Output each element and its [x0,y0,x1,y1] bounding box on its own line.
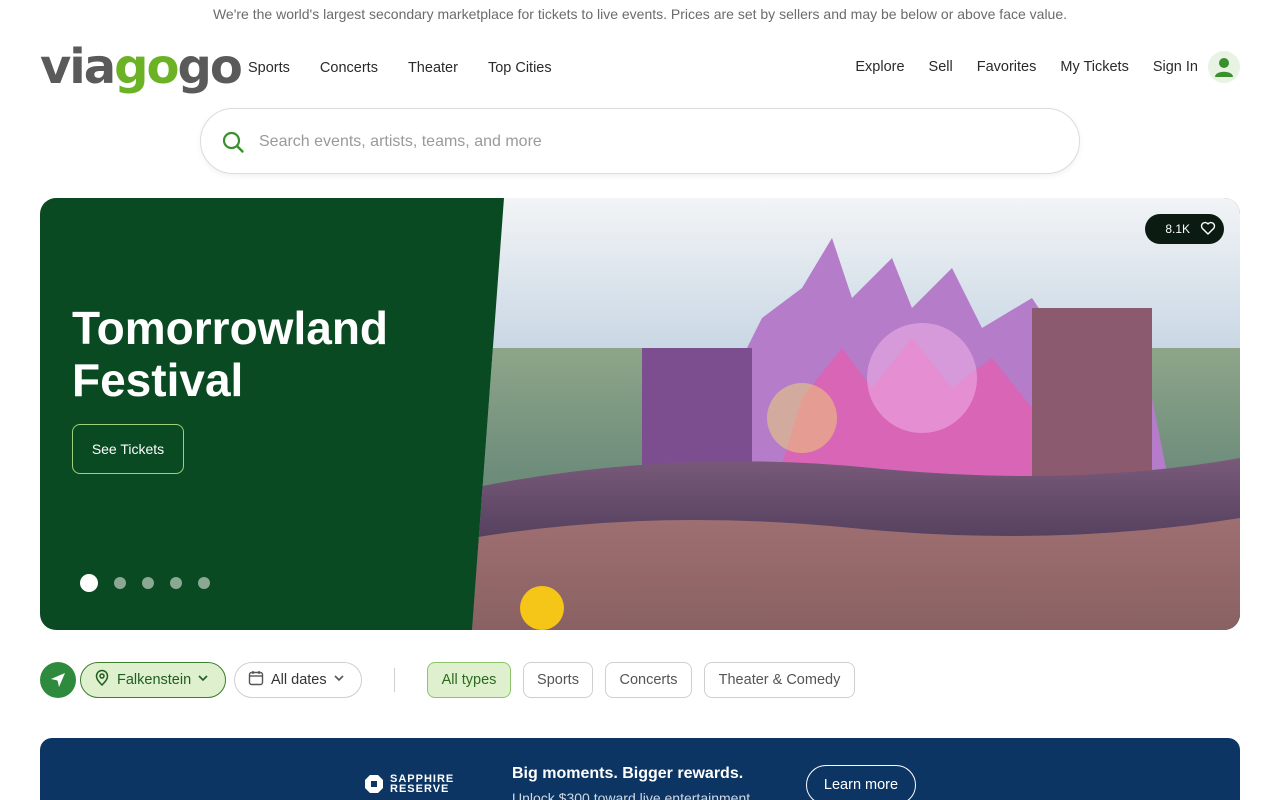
carousel-dot-2[interactable] [114,577,126,589]
location-value: Falkenstein [117,672,192,688]
chase-octagon-icon [365,775,383,793]
carousel-dots [80,574,210,592]
viagogo-logo[interactable]: viagogo [40,42,243,94]
location-arrow-icon [51,673,65,687]
carousel-dot-3[interactable] [142,577,154,589]
search-input[interactable] [259,127,1039,157]
nav-favorites[interactable]: Favorites [977,59,1037,75]
learn-more-button[interactable]: Learn more [806,765,916,800]
type-theater-comedy[interactable]: Theater & Comedy [704,662,855,698]
hero-title: Tomorrowland Festival [72,302,389,406]
heart-icon [1200,220,1216,239]
search-bar [200,108,1080,174]
sapphire-promo-banner: SAPPHIRE RESERVE Big moments. Bigger rew… [40,738,1240,800]
date-dropdown[interactable]: All dates [234,662,362,698]
search-icon [221,130,245,154]
type-all-types[interactable]: All types [427,662,511,698]
see-tickets-button[interactable]: See Tickets [72,424,184,474]
primary-nav: Sports Concerts Theater Top Cities [248,60,552,76]
carousel-dot-1[interactable] [80,574,98,592]
type-sports[interactable]: Sports [523,662,593,698]
sapphire-reserve-logo: SAPPHIRE RESERVE [364,774,454,795]
favorite-button[interactable]: 8.1K [1145,214,1224,244]
nav-top-cities[interactable]: Top Cities [488,60,552,76]
filter-divider [394,668,395,692]
calendar-icon [247,669,265,691]
carousel-dot-4[interactable] [170,577,182,589]
promo-subtext: Unlock $300 toward live entertainment [512,790,751,800]
nav-concerts[interactable]: Concerts [320,60,378,76]
chevron-down-icon [333,672,345,688]
use-my-location-button[interactable] [40,662,76,698]
account-nav: Explore Sell Favorites My Tickets Sign I… [855,51,1240,83]
nav-my-tickets[interactable]: My Tickets [1060,59,1128,75]
user-avatar-icon[interactable] [1208,51,1240,83]
site-header: viagogo Sports Concerts Theater Top Citi… [40,42,1240,94]
nav-sell[interactable]: Sell [929,59,953,75]
nav-explore[interactable]: Explore [855,59,904,75]
date-value: All dates [271,672,327,688]
hero-carousel: Tomorrowland Festival See Tickets 8.1K [40,198,1240,630]
location-dropdown[interactable]: Falkenstein [80,662,226,698]
map-pin-icon [93,669,111,691]
nav-theater[interactable]: Theater [408,60,458,76]
type-concerts[interactable]: Concerts [605,662,692,698]
nav-sign-in[interactable]: Sign In [1153,59,1198,75]
chevron-down-icon [197,672,209,688]
favorite-count: 8.1K [1165,222,1190,236]
hero-festival-image[interactable] [472,198,1240,630]
carousel-dot-5[interactable] [198,577,210,589]
filter-bar: Falkenstein All dates All types Sports C… [40,662,1240,698]
marketplace-disclaimer: We're the world's largest secondary mark… [212,6,1068,22]
promo-headline: Big moments. Bigger rewards. [512,765,744,782]
nav-sports[interactable]: Sports [248,60,290,76]
